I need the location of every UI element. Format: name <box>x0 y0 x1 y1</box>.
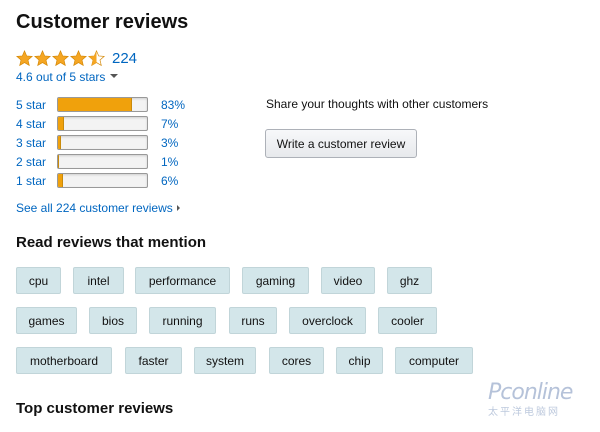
mention-tag-runs[interactable]: runs <box>229 307 277 334</box>
review-count-link[interactable]: 224 <box>112 50 137 67</box>
mentions-heading: Read reviews that mention <box>16 234 207 251</box>
top-reviews-heading: Top customer reviews <box>16 400 174 417</box>
histogram-bar-fill <box>58 98 132 111</box>
mention-tag-running[interactable]: running <box>149 307 216 334</box>
mention-tag-chip[interactable]: chip <box>336 347 383 374</box>
histogram-percent[interactable]: 1% <box>161 155 178 169</box>
histogram-star-label[interactable]: 2 star <box>16 155 57 169</box>
histogram-percent[interactable]: 83% <box>161 98 185 112</box>
write-review-button[interactable]: Write a customer review <box>265 129 417 158</box>
histogram-row[interactable]: 5 star 83% <box>16 95 185 114</box>
see-all-reviews-label: See all 224 customer reviews <box>16 201 173 215</box>
mention-tag-faster[interactable]: faster <box>125 347 182 374</box>
watermark-subtitle: 太平洋电脑网 <box>488 407 560 418</box>
mention-tag-cores[interactable]: cores <box>269 347 324 374</box>
see-all-reviews-link[interactable]: See all 224 customer reviews <box>16 201 180 215</box>
mention-tag-computer[interactable]: computer <box>395 347 473 374</box>
histogram-row[interactable]: 2 star 1% <box>16 152 185 171</box>
star-full-icon <box>34 49 51 66</box>
histogram-star-label[interactable]: 3 star <box>16 136 57 150</box>
histogram-bar-fill <box>58 155 59 168</box>
histogram-bar[interactable] <box>57 135 148 150</box>
mention-tag-motherboard[interactable]: motherboard <box>16 347 112 374</box>
mention-tag-overclock[interactable]: overclock <box>289 307 366 334</box>
star-half-icon <box>88 49 105 66</box>
histogram-bar[interactable] <box>57 116 148 131</box>
histogram-row[interactable]: 1 star 6% <box>16 171 185 190</box>
mention-tag-cpu[interactable]: cpu <box>16 267 61 294</box>
star-rating <box>16 49 105 67</box>
mention-tag-performance[interactable]: performance <box>135 267 230 294</box>
mention-tag-games[interactable]: games <box>16 307 77 334</box>
histogram-bar-fill <box>58 117 65 130</box>
mention-tag-system[interactable]: system <box>194 347 256 374</box>
star-full-icon <box>70 49 87 66</box>
histogram-star-label[interactable]: 5 star <box>16 98 57 112</box>
mention-tag-video[interactable]: video <box>321 267 375 294</box>
histogram-bar[interactable] <box>57 173 148 188</box>
rating-summary[interactable]: 224 <box>16 47 137 69</box>
histogram-row[interactable]: 3 star 3% <box>16 133 185 152</box>
histogram-bar[interactable] <box>57 154 148 169</box>
rating-dropdown[interactable]: 4.6 out of 5 stars <box>16 70 119 84</box>
mention-tag-gaming[interactable]: gaming <box>242 267 309 294</box>
share-thoughts-text: Share your thoughts with other customers <box>266 97 489 111</box>
watermark-logo: Pconline <box>488 380 573 405</box>
mention-tag-intel[interactable]: intel <box>73 267 124 294</box>
star-full-icon <box>52 49 69 66</box>
mention-tag-bios[interactable]: bios <box>89 307 137 334</box>
chevron-right-icon <box>176 205 180 211</box>
rating-out-of-text: 4.6 out of 5 stars <box>16 70 106 84</box>
histogram-star-label[interactable]: 1 star <box>16 174 57 188</box>
histogram-percent[interactable]: 6% <box>161 174 178 188</box>
histogram-bar[interactable] <box>57 97 148 112</box>
histogram-percent[interactable]: 7% <box>161 117 178 131</box>
star-full-icon <box>16 49 33 66</box>
mention-tag-cooler[interactable]: cooler <box>378 307 437 334</box>
page-title: Customer reviews <box>16 11 189 33</box>
histogram-row[interactable]: 4 star 7% <box>16 114 185 133</box>
histogram-bar-fill <box>58 174 64 187</box>
mention-tag-ghz[interactable]: ghz <box>387 267 432 294</box>
histogram-star-label[interactable]: 4 star <box>16 117 57 131</box>
histogram-percent[interactable]: 3% <box>161 136 178 150</box>
histogram-bar-fill <box>58 136 61 149</box>
caret-down-icon <box>110 74 119 78</box>
rating-histogram: 5 star 83% 4 star 7% 3 star 3% 2 star 1%… <box>16 95 185 190</box>
